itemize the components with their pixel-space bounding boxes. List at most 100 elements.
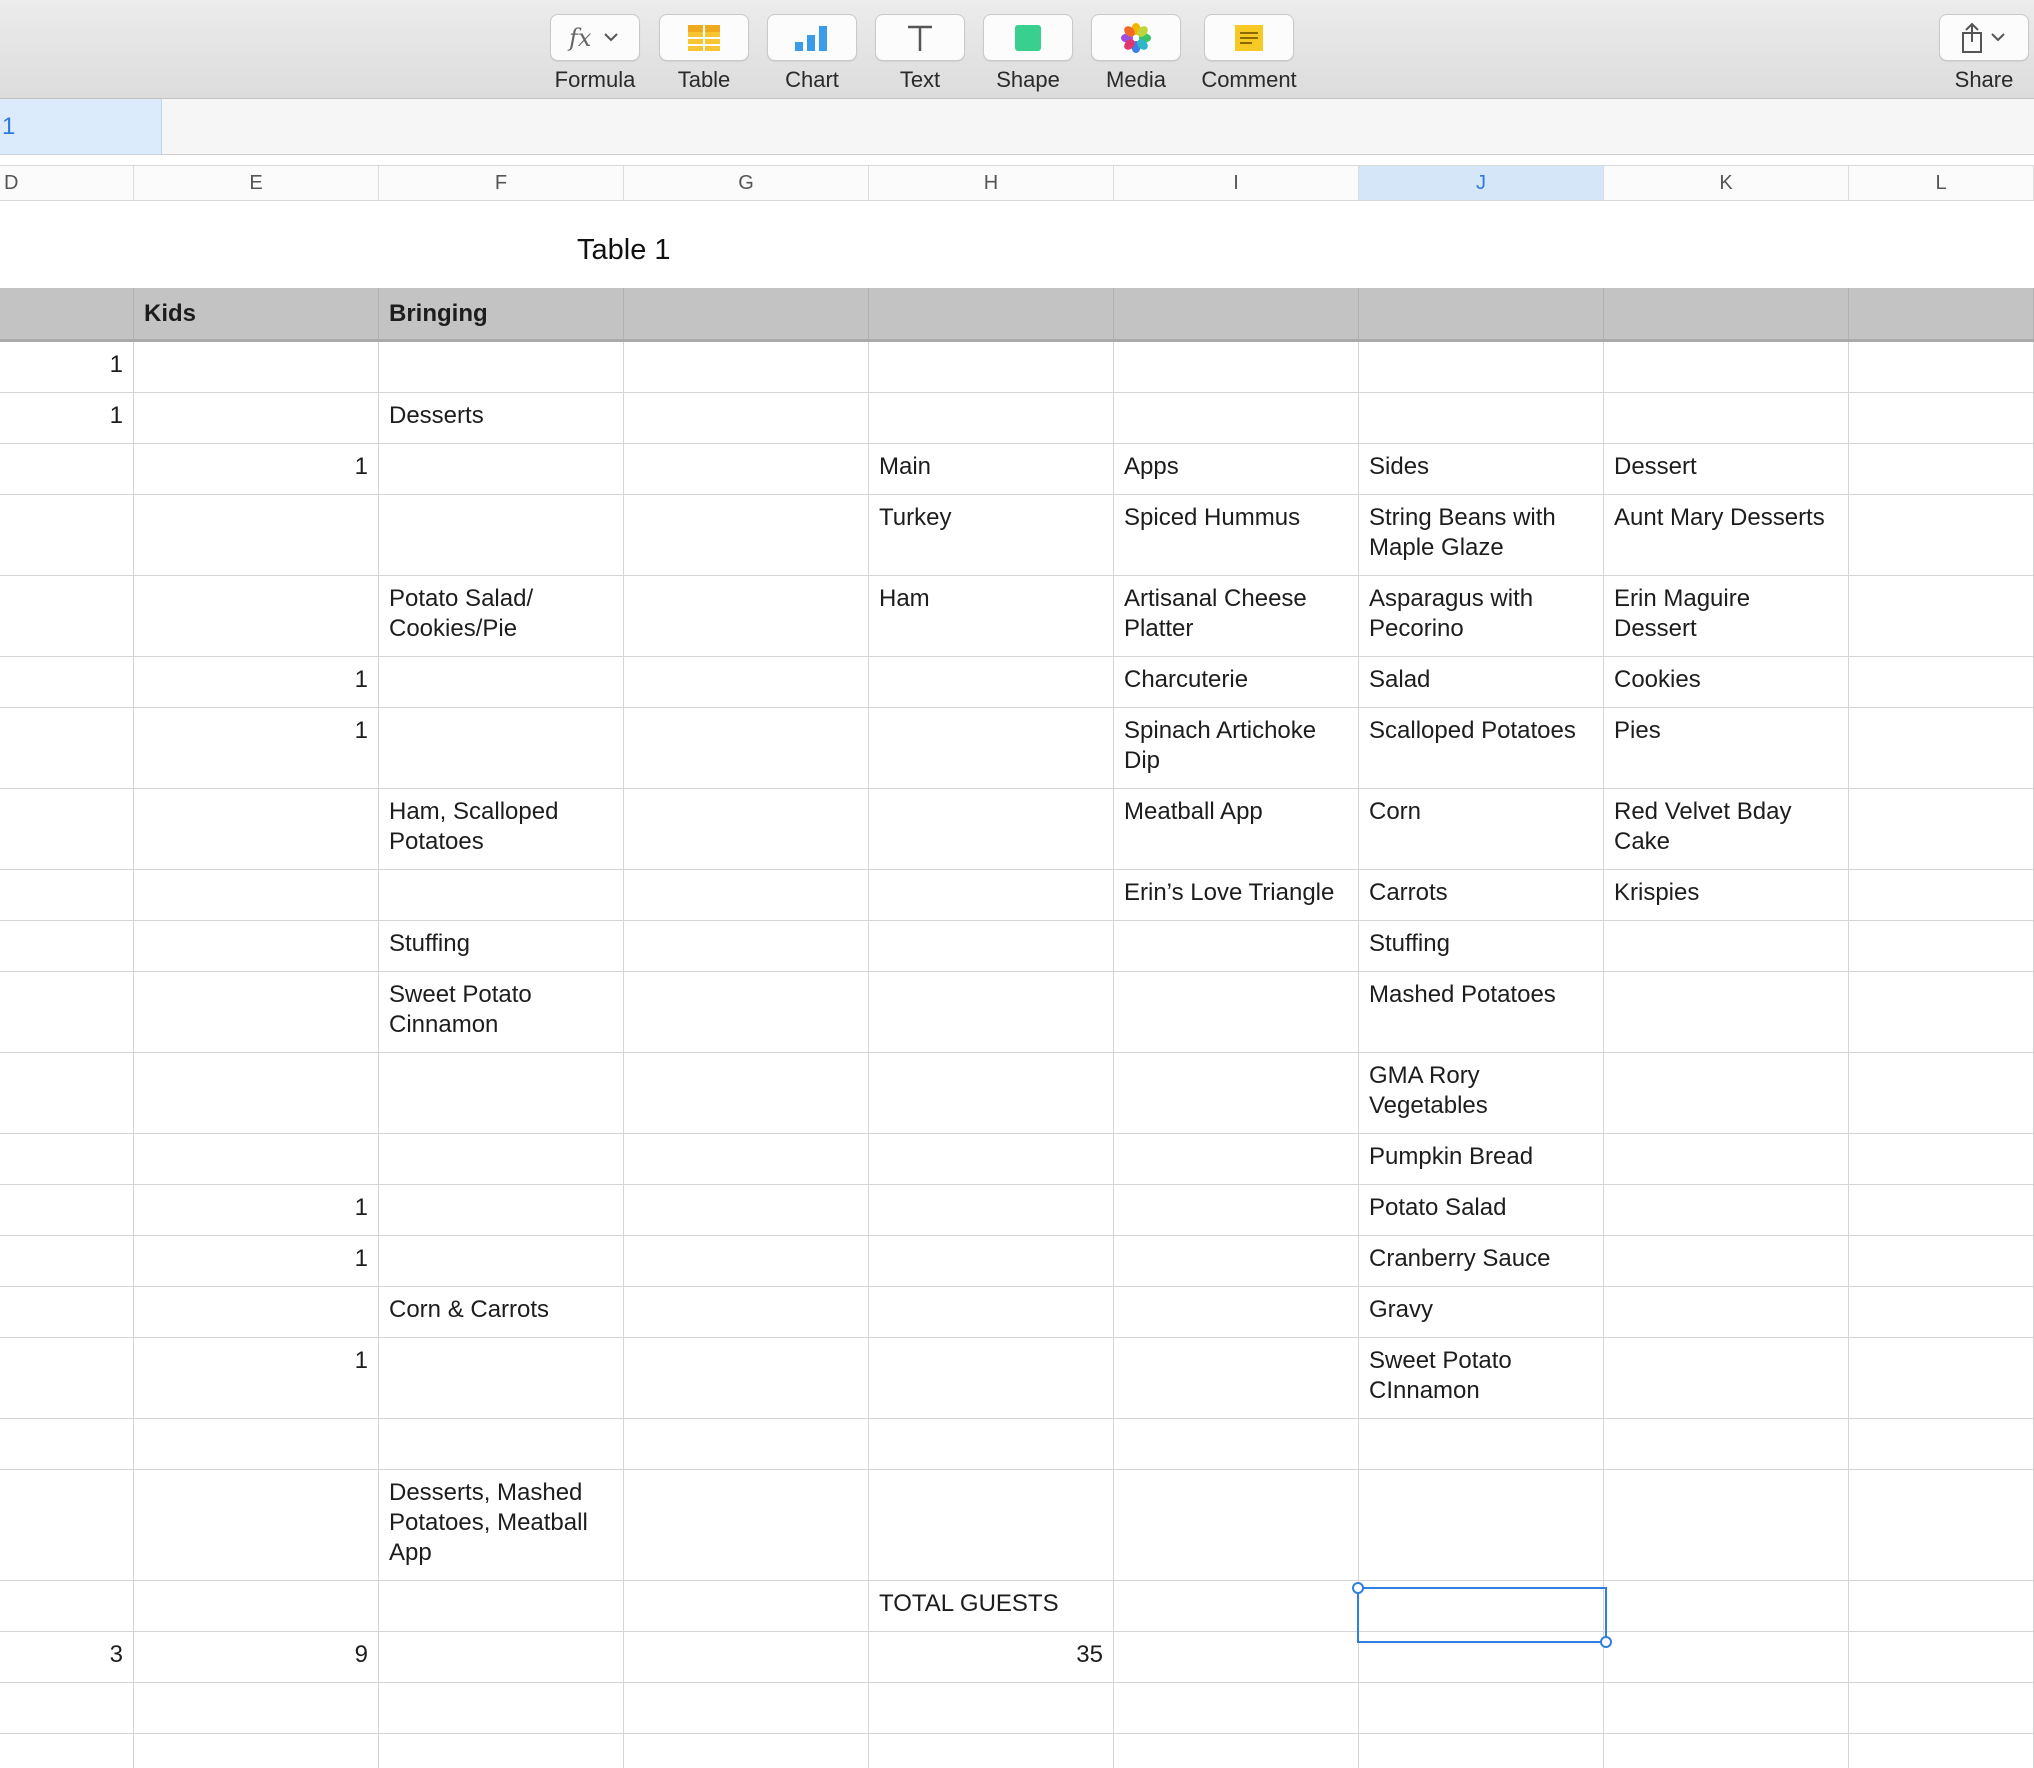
cell-f[interactable] <box>379 1683 624 1733</box>
cell-f[interactable] <box>379 1338 624 1418</box>
header-cell-k[interactable] <box>1604 288 1849 339</box>
header-cell-d[interactable] <box>0 288 134 339</box>
column-header-l[interactable]: L <box>1849 166 2034 200</box>
cell-d[interactable] <box>0 921 134 971</box>
table-title[interactable]: Table 1 <box>577 234 671 267</box>
cell-l[interactable] <box>1849 444 2034 494</box>
cell-f[interactable] <box>379 1185 624 1235</box>
cell-h[interactable] <box>869 1053 1114 1133</box>
column-header-e[interactable]: E <box>134 166 379 200</box>
cell-j[interactable]: Gravy <box>1359 1287 1604 1337</box>
cell-e[interactable]: 1 <box>134 657 379 707</box>
cell-g[interactable] <box>624 1053 869 1133</box>
cell-f[interactable] <box>379 1419 624 1469</box>
cell-d[interactable] <box>0 708 134 788</box>
cell-l[interactable] <box>1849 1287 2034 1337</box>
selection-handle-top-left[interactable] <box>1352 1582 1364 1594</box>
cell-l[interactable] <box>1849 870 2034 920</box>
cell-j[interactable]: String Beans with Maple Glaze <box>1359 495 1604 575</box>
cell-l[interactable] <box>1849 342 2034 392</box>
cell-g[interactable] <box>624 444 869 494</box>
cell-e[interactable]: 1 <box>134 1236 379 1286</box>
cell-k[interactable] <box>1604 1470 1849 1580</box>
cell-g[interactable] <box>624 870 869 920</box>
cell-f[interactable] <box>379 1053 624 1133</box>
cell-d[interactable] <box>0 1287 134 1337</box>
header-cell-i[interactable] <box>1114 288 1359 339</box>
header-cell-e[interactable]: Kids <box>134 288 379 339</box>
cell-g[interactable] <box>624 495 869 575</box>
cell-h[interactable] <box>869 1287 1114 1337</box>
cell-k[interactable] <box>1604 1053 1849 1133</box>
cell-e[interactable] <box>134 1734 379 1768</box>
cell-e[interactable] <box>134 1683 379 1733</box>
cell-d[interactable]: 3 <box>0 1632 134 1682</box>
cell-l[interactable] <box>1849 921 2034 971</box>
cell-d[interactable] <box>0 444 134 494</box>
cell-l[interactable] <box>1849 393 2034 443</box>
formula-button[interactable]: fx Formula <box>541 14 649 93</box>
media-button[interactable]: Media <box>1082 14 1190 93</box>
column-header-h[interactable]: H <box>869 166 1114 200</box>
cell-e[interactable] <box>134 1287 379 1337</box>
cell-l[interactable] <box>1849 1632 2034 1682</box>
cell-h[interactable] <box>869 870 1114 920</box>
cell-g[interactable] <box>624 342 869 392</box>
header-cell-f[interactable]: Bringing <box>379 288 624 339</box>
cell-d[interactable] <box>0 1683 134 1733</box>
cell-d[interactable] <box>0 1338 134 1418</box>
cell-d[interactable] <box>0 1734 134 1768</box>
cell-k[interactable] <box>1604 1185 1849 1235</box>
cell-i[interactable]: Charcuterie <box>1114 657 1359 707</box>
shape-button[interactable]: Shape <box>974 14 1082 93</box>
cell-l[interactable] <box>1849 1134 2034 1184</box>
cell-j[interactable] <box>1359 342 1604 392</box>
cell-g[interactable] <box>624 708 869 788</box>
column-header-g[interactable]: G <box>624 166 869 200</box>
column-header-f[interactable]: F <box>379 166 624 200</box>
cell-i[interactable] <box>1114 342 1359 392</box>
cell-k[interactable] <box>1604 1734 1849 1768</box>
cell-l[interactable] <box>1849 789 2034 869</box>
cell-j[interactable]: Corn <box>1359 789 1604 869</box>
cell-e[interactable]: 1 <box>134 1338 379 1418</box>
share-button[interactable]: Share <box>1930 14 2034 93</box>
cell-e[interactable]: 1 <box>134 444 379 494</box>
cell-d[interactable] <box>0 1236 134 1286</box>
header-cell-j[interactable] <box>1359 288 1604 339</box>
cell-g[interactable] <box>624 1683 869 1733</box>
cell-i[interactable] <box>1114 1338 1359 1418</box>
cell-e[interactable]: 1 <box>134 708 379 788</box>
header-cell-h[interactable] <box>869 288 1114 339</box>
cell-f[interactable] <box>379 444 624 494</box>
cell-f[interactable] <box>379 1632 624 1682</box>
cell-f[interactable]: Potato Salad/ Cookies/Pie <box>379 576 624 656</box>
cell-e[interactable] <box>134 1053 379 1133</box>
cell-l[interactable] <box>1849 1470 2034 1580</box>
cell-l[interactable] <box>1849 1053 2034 1133</box>
cell-i[interactable] <box>1114 1683 1359 1733</box>
cell-e[interactable] <box>134 1581 379 1631</box>
cell-k[interactable]: Red Velvet Bday Cake <box>1604 789 1849 869</box>
cell-i[interactable] <box>1114 1419 1359 1469</box>
cell-i[interactable] <box>1114 1581 1359 1631</box>
cell-d[interactable]: 1 <box>0 342 134 392</box>
cell-e[interactable] <box>134 1134 379 1184</box>
cell-h[interactable] <box>869 1470 1114 1580</box>
cell-k[interactable]: Cookies <box>1604 657 1849 707</box>
cell-i[interactable] <box>1114 393 1359 443</box>
cell-l[interactable] <box>1849 1734 2034 1768</box>
cell-k[interactable] <box>1604 1581 1849 1631</box>
cell-j[interactable]: Scalloped Potatoes <box>1359 708 1604 788</box>
cell-f[interactable] <box>379 495 624 575</box>
cell-k[interactable]: Dessert <box>1604 444 1849 494</box>
cell-d[interactable] <box>0 495 134 575</box>
cell-f[interactable] <box>379 1734 624 1768</box>
cell-f[interactable] <box>379 1236 624 1286</box>
cell-d[interactable] <box>0 1134 134 1184</box>
cell-e[interactable] <box>134 972 379 1052</box>
cell-j[interactable] <box>1359 1683 1604 1733</box>
cell-k[interactable] <box>1604 1419 1849 1469</box>
cell-h[interactable] <box>869 1185 1114 1235</box>
cell-j[interactable]: Mashed Potatoes <box>1359 972 1604 1052</box>
